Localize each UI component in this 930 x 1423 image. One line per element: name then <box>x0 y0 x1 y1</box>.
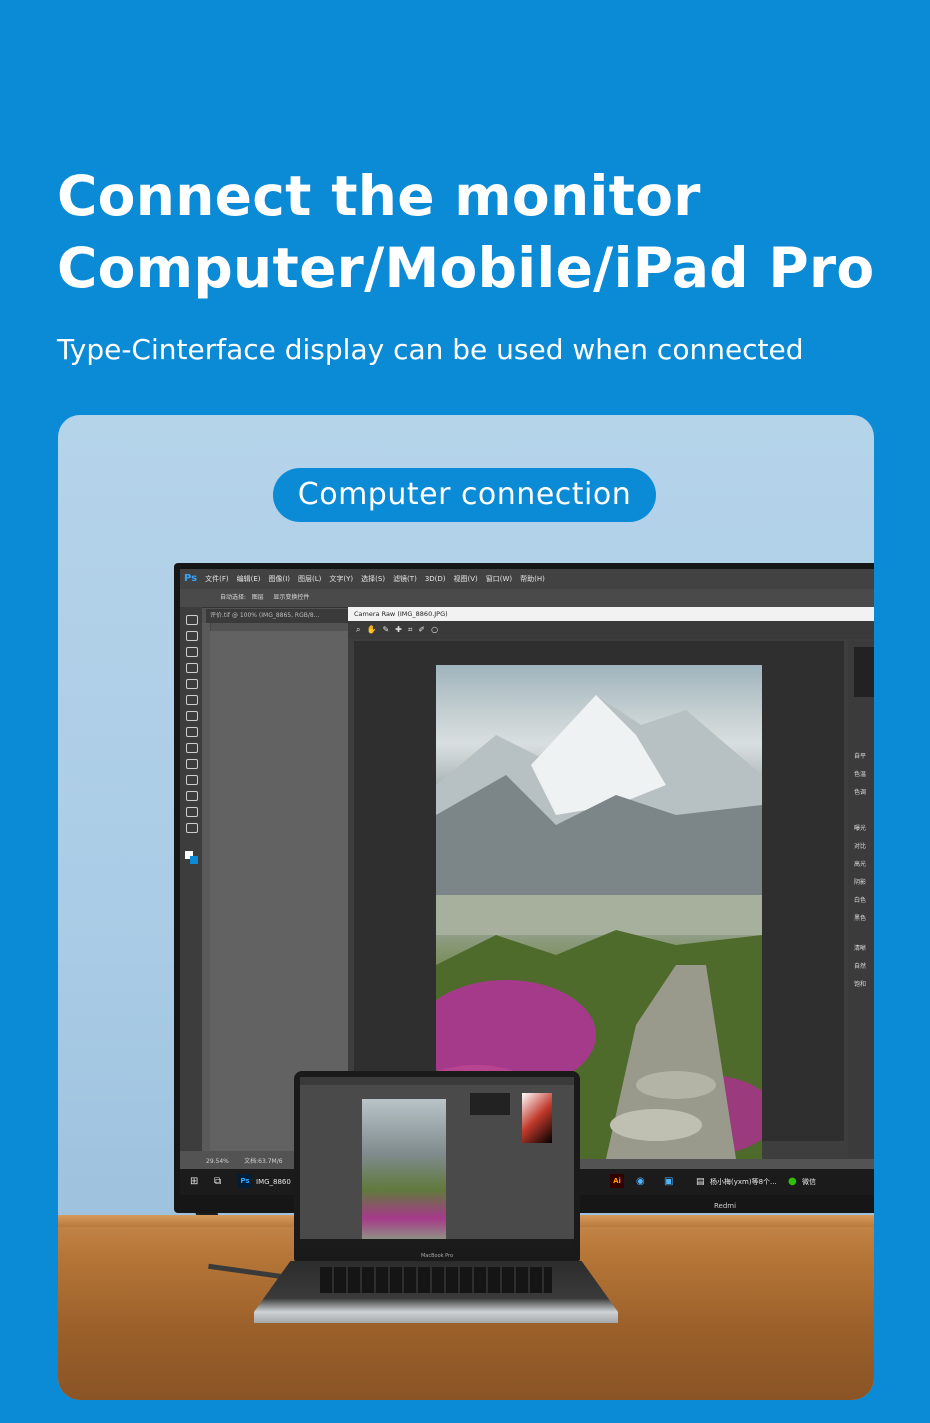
app-taskbar-icon[interactable]: ▣ <box>664 1169 673 1195</box>
eraser-tool-icon[interactable] <box>186 743 198 753</box>
browser-taskbar-icon[interactable]: ◉ <box>636 1169 645 1195</box>
laptop-taskbar <box>300 1239 574 1247</box>
menu-3d[interactable]: 3D(D) <box>425 569 446 589</box>
photoshop-taskbar-icon[interactable]: Ps <box>238 1174 252 1188</box>
laptop-histogram <box>470 1093 510 1115</box>
stamp-tool-icon[interactable] <box>186 727 198 737</box>
laptop-photo <box>362 1099 446 1239</box>
pen-tool-icon[interactable] <box>186 775 198 785</box>
eyedropper-tool-icon[interactable] <box>186 695 198 705</box>
move-tool-icon[interactable] <box>186 615 198 625</box>
label-clarity: 清晰 <box>854 945 867 952</box>
menu-image[interactable]: 图像(I) <box>269 569 291 589</box>
ps-options-bar: 自动选择: 图层 显示变换控件 <box>180 589 874 608</box>
windows-start-icon[interactable]: ⊞ <box>190 1169 198 1195</box>
laptop-menubar <box>300 1077 574 1085</box>
laptop-keyboard <box>320 1267 552 1293</box>
wechat-icon[interactable]: ● <box>788 1169 797 1195</box>
label-tint: 色调 <box>854 789 867 796</box>
magic-wand-tool-icon[interactable] <box>186 663 198 673</box>
text-tool-icon[interactable] <box>186 791 198 801</box>
menu-filter[interactable]: 滤镜(T) <box>393 569 417 589</box>
auto-select-label: 自动选择: <box>220 594 247 601</box>
marquee-tool-icon[interactable] <box>186 631 198 641</box>
layer-select[interactable]: 图层 <box>252 594 264 601</box>
taskbar-wechat[interactable]: 微信 <box>802 1169 816 1195</box>
label-saturation: 饱和 <box>854 981 867 988</box>
menu-select[interactable]: 选择(S) <box>361 569 385 589</box>
histogram <box>854 647 874 697</box>
menu-edit[interactable]: 编辑(E) <box>237 569 261 589</box>
laptop-screen <box>300 1077 574 1247</box>
headline-line-2: Computer/Mobile/iPad Pro <box>57 236 875 300</box>
label-vibrance: 自然 <box>854 963 867 970</box>
crop-icon[interactable]: ⌗ <box>408 625 419 634</box>
menu-type[interactable]: 文字(Y) <box>329 569 353 589</box>
taskbar-chat-item[interactable]: 杨小梅(yxm)等8个... <box>710 1169 777 1195</box>
label-exposure: 曝光 <box>854 825 867 832</box>
menu-help[interactable]: 帮助(H) <box>520 569 545 589</box>
menu-window[interactable]: 窗口(W) <box>486 569 512 589</box>
laptop: MacBook Pro <box>294 1071 580 1261</box>
document-size: 文档:63.7M/6 <box>244 1158 283 1165</box>
label-white-balance: 自平 <box>854 753 867 760</box>
ps-menubar: Ps 文件(F) 编辑(E) 图像(I) 图层(L) 文字(Y) 选择(S) 滤… <box>180 569 874 589</box>
brush-icon[interactable]: ✐ <box>418 625 431 634</box>
ellipse-icon[interactable]: ○ <box>431 625 444 634</box>
label-temperature: 色温 <box>854 771 867 778</box>
label-shadows: 阴影 <box>854 879 867 886</box>
lasso-tool-icon[interactable] <box>186 647 198 657</box>
ps-toolbar <box>180 607 202 1151</box>
document-taskbar-icon[interactable]: ▤ <box>696 1169 705 1195</box>
hand-tool-icon[interactable] <box>186 807 198 817</box>
menu-layer[interactable]: 图层(L) <box>298 569 321 589</box>
crop-tool-icon[interactable] <box>186 679 198 689</box>
monitor-brand: Redmi <box>714 1202 737 1210</box>
brush-tool-icon[interactable] <box>186 711 198 721</box>
color-sampler-icon[interactable]: ✚ <box>395 625 408 634</box>
laptop-brand: MacBook Pro <box>420 1253 454 1259</box>
menu-file[interactable]: 文件(F) <box>205 569 229 589</box>
gradient-tool-icon[interactable] <box>186 759 198 769</box>
menu-view[interactable]: 视图(V) <box>454 569 478 589</box>
headline-line-1: Connect the monitor <box>57 164 701 228</box>
hand-icon[interactable]: ✋ <box>366 625 382 634</box>
document-tab[interactable]: 评价.tif @ 100% (IMG_8865, RGB/8... <box>206 609 350 623</box>
label-whites: 白色 <box>854 897 867 904</box>
label-highlights: 高光 <box>854 861 867 868</box>
product-photo: Computer connection Ps 文件(F) 编辑(E) 图像(I)… <box>58 415 874 1400</box>
label-contrast: 对比 <box>854 843 867 850</box>
camera-raw-panel: 自平 色温 色调 曝光 对比 高光 阴影 白色 黑色 清晰 自然 饱和 <box>848 641 874 1159</box>
status-bar: 29.54% 文档:63.7M/6 <box>206 1156 283 1165</box>
zoom-icon[interactable]: ⌕ <box>356 625 366 634</box>
color-picker <box>522 1093 552 1143</box>
taskbar-ps-item[interactable]: IMG_8860 <box>256 1169 291 1195</box>
subtitle: Type-Cinterface display can be used when… <box>57 333 804 366</box>
background-color-swatch[interactable] <box>190 856 198 864</box>
camera-raw-preview <box>354 641 844 1159</box>
illustrator-taskbar-icon[interactable]: Ai <box>610 1174 624 1188</box>
laptop-keyboard-base <box>254 1261 618 1323</box>
show-transform-label[interactable]: 显示变换控件 <box>273 594 309 601</box>
label-blacks: 黑色 <box>854 915 867 922</box>
zoom-level: 29.54% <box>206 1158 229 1165</box>
headline: Connect the monitor Computer/Mobile/iPad… <box>57 160 875 304</box>
camera-raw-title: Camera Raw (IMG_8860.JPG) <box>348 607 874 621</box>
connection-badge: Computer connection <box>273 468 656 522</box>
photoshop-logo: Ps <box>184 573 198 584</box>
white-balance-icon[interactable]: ✎ <box>382 625 395 634</box>
task-view-icon[interactable]: ⧉ <box>214 1169 221 1195</box>
camera-raw-toolbar: ⌕✋✎✚⌗✐○ <box>348 621 874 639</box>
zoom-tool-icon[interactable] <box>186 823 198 833</box>
